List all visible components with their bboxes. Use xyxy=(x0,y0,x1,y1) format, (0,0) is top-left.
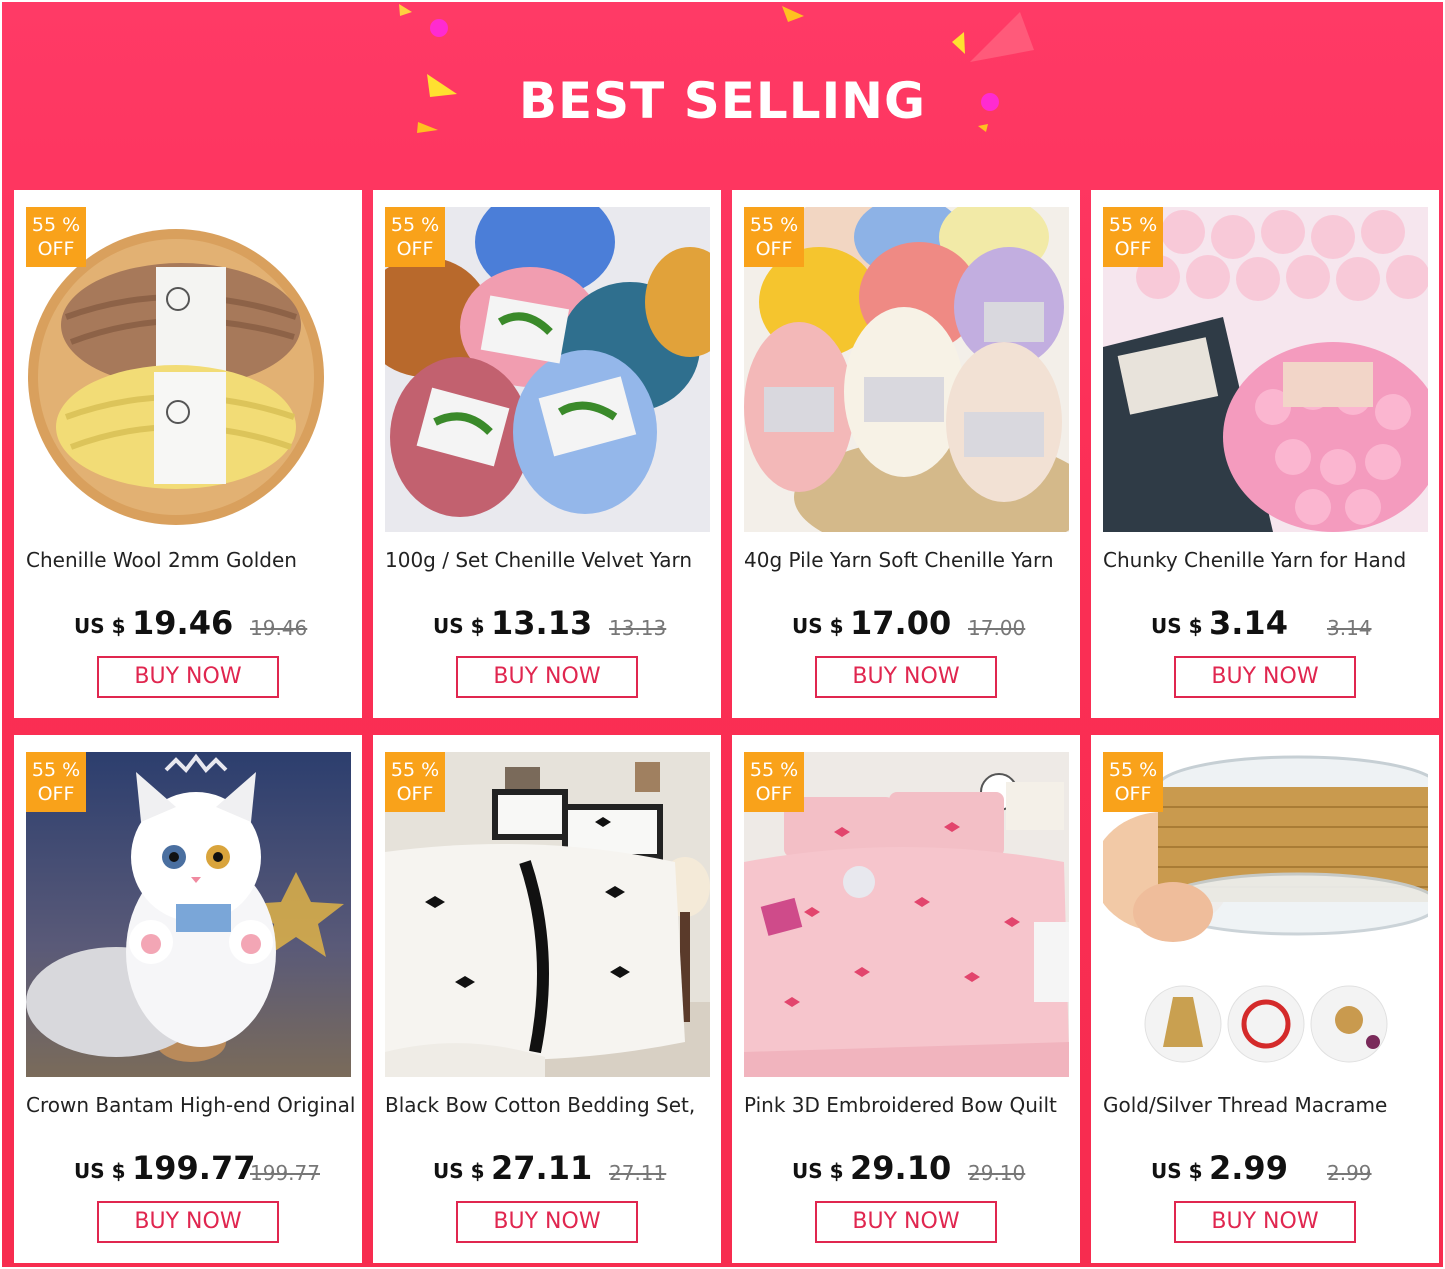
discount-percent: 55 % xyxy=(390,214,440,236)
price-row: US $ 3.14 3.14 xyxy=(1091,604,1439,644)
sale-price: 13.13 xyxy=(491,604,593,642)
original-price: 19.46 xyxy=(250,616,308,640)
original-price: 27.11 xyxy=(609,1161,667,1185)
product-card[interactable]: 55 % OFF Chunky Chenille Yarn for Hand U… xyxy=(1091,190,1439,718)
discount-badge: 55 % OFF xyxy=(1103,207,1163,267)
currency-label: US $ xyxy=(1151,1159,1203,1183)
discount-badge: 55 % OFF xyxy=(385,207,445,267)
product-image-velvet-yarn[interactable]: 55 % OFF xyxy=(385,207,710,532)
original-price: 17.00 xyxy=(968,616,1026,640)
price-row: US $ 19.46 19.46 xyxy=(14,604,362,644)
buy-now-button[interactable]: BUY NOW xyxy=(1174,1201,1356,1243)
product-image-pastel-yarn[interactable]: 55 % OFF xyxy=(744,207,1069,532)
currency-label: US $ xyxy=(433,1159,485,1183)
discount-percent: 55 % xyxy=(1108,759,1158,781)
page-title: BEST SELLING xyxy=(518,72,927,130)
product-image-cat-plush[interactable]: 55 % OFF xyxy=(26,752,351,1077)
discount-badge: 55 % OFF xyxy=(744,207,804,267)
original-price: 2.99 xyxy=(1327,1161,1372,1185)
price-row: US $ 2.99 2.99 xyxy=(1091,1149,1439,1189)
currency-label: US $ xyxy=(74,614,126,638)
product-image-yarn-balls[interactable]: 55 % OFF xyxy=(26,207,351,532)
discount-badge: 55 % OFF xyxy=(26,752,86,812)
product-title[interactable]: Black Bow Cotton Bedding Set, xyxy=(385,1093,715,1117)
product-card[interactable]: 55 % OFF Crown Bantam High-end Original … xyxy=(14,735,362,1263)
original-price: 199.77 xyxy=(250,1161,320,1185)
sale-price: 3.14 xyxy=(1209,604,1288,642)
product-card[interactable]: 55 % OFF Pink 3D Embroidered Bow Quilt U… xyxy=(732,735,1080,1263)
discount-off-label: OFF xyxy=(37,783,75,805)
sale-price: 29.10 xyxy=(850,1149,952,1187)
buy-now-button[interactable]: BUY NOW xyxy=(97,656,279,698)
buy-now-button[interactable]: BUY NOW xyxy=(456,656,638,698)
discount-badge: 55 % OFF xyxy=(744,752,804,812)
product-image-chunky-yarn[interactable]: 55 % OFF xyxy=(1103,207,1428,532)
discount-off-label: OFF xyxy=(396,238,434,260)
buy-now-button[interactable]: BUY NOW xyxy=(97,1201,279,1243)
product-image-gold-thread[interactable]: 55 % OFF xyxy=(1103,752,1428,1077)
discount-percent: 55 % xyxy=(390,759,440,781)
banner-header: BEST SELLING xyxy=(2,2,1443,187)
sale-price: 2.99 xyxy=(1209,1149,1288,1187)
price-row: US $ 13.13 13.13 xyxy=(373,604,721,644)
product-image-pink-bow-quilt[interactable]: 55 % OFF xyxy=(744,752,1069,1077)
product-title[interactable]: 40g Pile Yarn Soft Chenille Yarn xyxy=(744,548,1074,572)
original-price: 29.10 xyxy=(968,1161,1026,1185)
discount-off-label: OFF xyxy=(755,783,793,805)
discount-percent: 55 % xyxy=(749,759,799,781)
product-card[interactable]: 55 % OFF Black Bow Cotton Bedding Set, U… xyxy=(373,735,721,1263)
currency-label: US $ xyxy=(792,1159,844,1183)
sale-price: 17.00 xyxy=(850,604,952,642)
discount-percent: 55 % xyxy=(749,214,799,236)
product-card[interactable]: 55 % OFF Chenille Wool 2mm Golden US $ 1… xyxy=(14,190,362,718)
price-row: US $ 17.00 17.00 xyxy=(732,604,1080,644)
currency-label: US $ xyxy=(792,614,844,638)
discount-percent: 55 % xyxy=(1108,214,1158,236)
discount-off-label: OFF xyxy=(1114,783,1152,805)
buy-now-button[interactable]: BUY NOW xyxy=(815,1201,997,1243)
discount-badge: 55 % OFF xyxy=(1103,752,1163,812)
product-title[interactable]: Gold/Silver Thread Macrame xyxy=(1103,1093,1433,1117)
price-row: US $ 27.11 27.11 xyxy=(373,1149,721,1189)
buy-now-button[interactable]: BUY NOW xyxy=(1174,656,1356,698)
sale-price: 199.77 xyxy=(132,1149,256,1187)
currency-label: US $ xyxy=(1151,614,1203,638)
discount-percent: 55 % xyxy=(31,214,81,236)
product-title[interactable]: Chunky Chenille Yarn for Hand xyxy=(1103,548,1433,572)
currency-label: US $ xyxy=(74,1159,126,1183)
buy-now-button[interactable]: BUY NOW xyxy=(456,1201,638,1243)
sale-price: 27.11 xyxy=(491,1149,593,1187)
original-price: 3.14 xyxy=(1327,616,1372,640)
product-image-black-bow-bedding[interactable]: 55 % OFF xyxy=(385,752,710,1077)
product-card[interactable]: 55 % OFF 40g Pile Yarn Soft Chenille Yar… xyxy=(732,190,1080,718)
product-title[interactable]: Chenille Wool 2mm Golden xyxy=(26,548,356,572)
buy-now-button[interactable]: BUY NOW xyxy=(815,656,997,698)
product-card[interactable]: 55 % OFF Gold/Silver Thread Macrame US $… xyxy=(1091,735,1439,1263)
product-card[interactable]: 55 % OFF 100g / Set Chenille Velvet Yarn… xyxy=(373,190,721,718)
product-title[interactable]: Crown Bantam High-end Original xyxy=(26,1093,356,1117)
discount-percent: 55 % xyxy=(31,759,81,781)
discount-badge: 55 % OFF xyxy=(26,207,86,267)
discount-off-label: OFF xyxy=(755,238,793,260)
original-price: 13.13 xyxy=(609,616,667,640)
discount-off-label: OFF xyxy=(37,238,75,260)
sale-price: 19.46 xyxy=(132,604,234,642)
discount-off-label: OFF xyxy=(1114,238,1152,260)
best-selling-banner: BEST SELLING 55 % OFF Chenille Wool 2mm … xyxy=(2,2,1443,1267)
price-row: US $ 29.10 29.10 xyxy=(732,1149,1080,1189)
discount-off-label: OFF xyxy=(396,783,434,805)
currency-label: US $ xyxy=(433,614,485,638)
product-title[interactable]: 100g / Set Chenille Velvet Yarn xyxy=(385,548,715,572)
price-row: US $ 199.77 199.77 xyxy=(14,1149,362,1189)
product-title[interactable]: Pink 3D Embroidered Bow Quilt xyxy=(744,1093,1074,1117)
discount-badge: 55 % OFF xyxy=(385,752,445,812)
